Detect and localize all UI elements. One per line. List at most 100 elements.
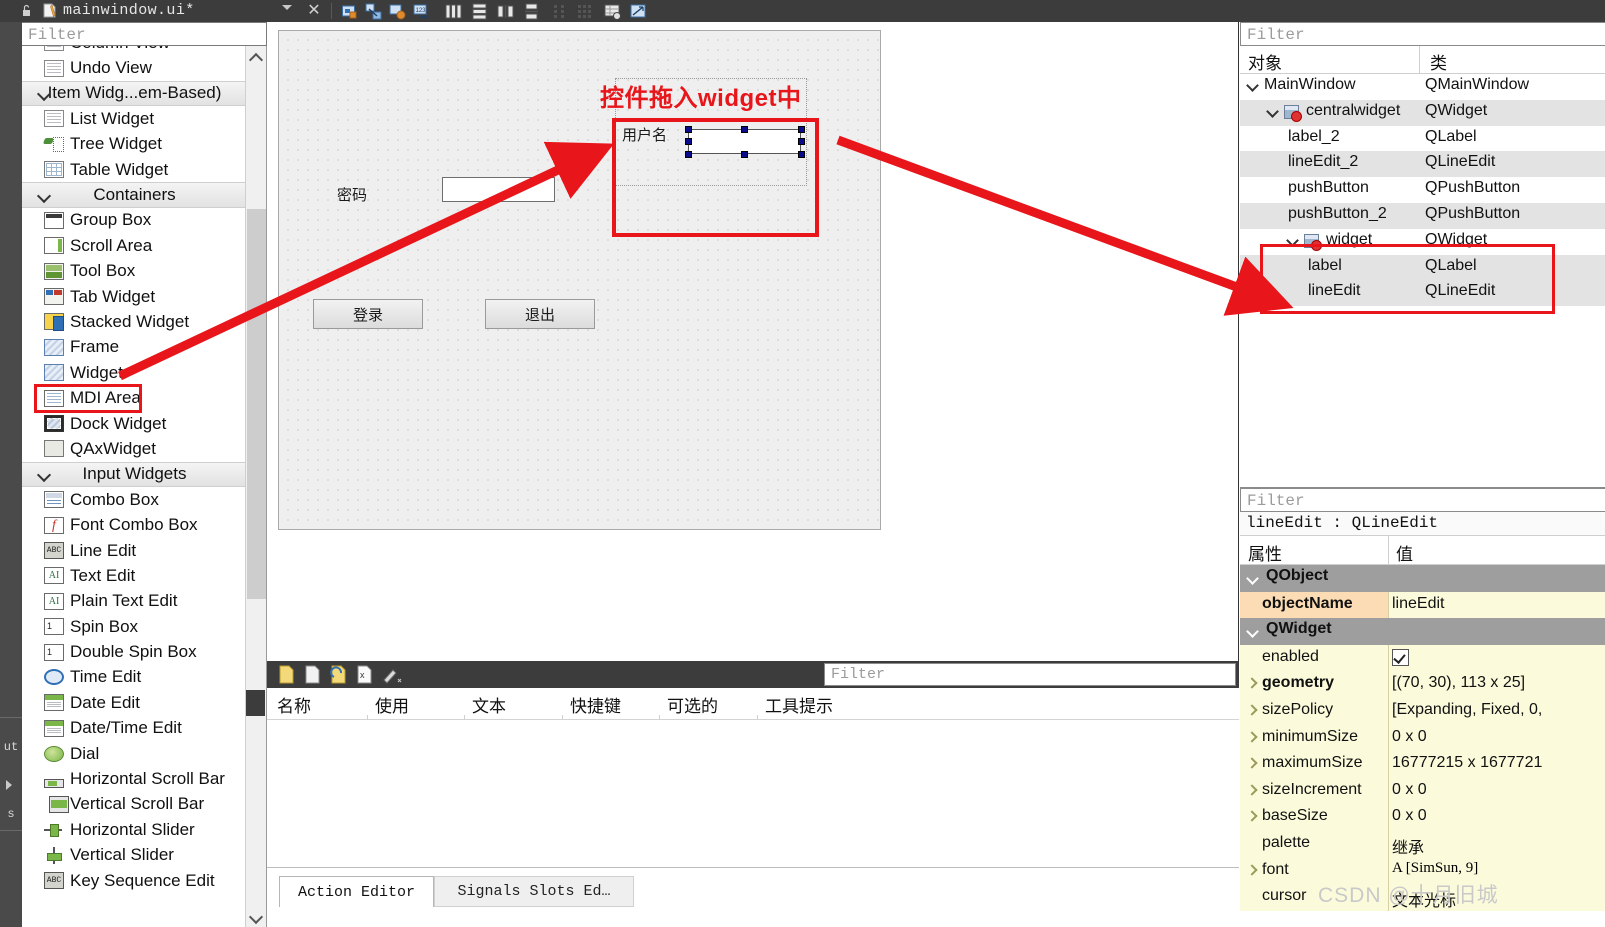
form-button-login[interactable]: 登录 [313, 299, 423, 329]
layout-horizontally-icon[interactable] [445, 3, 462, 20]
widget-item-date-time-edit[interactable]: Date/Time Edit [22, 716, 247, 741]
adjust-size-icon[interactable] [630, 3, 647, 20]
enabled-checkbox[interactable] [1392, 648, 1409, 666]
object-tree-row[interactable]: pushButton QPushButton [1240, 177, 1605, 203]
widget-item-line-edit[interactable]: ABC Line Edit [22, 538, 247, 563]
widget-item-time-edit[interactable]: Time Edit [22, 665, 247, 690]
widget-item-column-view[interactable]: Column View [22, 46, 247, 55]
new-action-icon[interactable] [277, 665, 295, 684]
property-row[interactable]: objectName lineEdit [1240, 591, 1605, 619]
widget-box-scrollbar[interactable] [245, 46, 266, 927]
widget-item-combo-box[interactable]: Combo Box [22, 487, 247, 512]
widget-item-plain-text-edit[interactable]: AI Plain Text Edit [22, 589, 247, 614]
property-row[interactable]: sizePolicy [Expanding, Fixed, 0, [1240, 698, 1605, 725]
tab-signals-slots-editor[interactable]: Signals Slots Ed… [434, 876, 634, 907]
chevron-right-icon[interactable] [1248, 759, 1257, 768]
object-tree-row[interactable]: lineEdit_2 QLineEdit [1240, 151, 1605, 178]
chevron-down-icon[interactable] [1268, 107, 1279, 118]
property-editor-rows[interactable]: QObject objectName lineEdit QWidget enabled g… [1240, 565, 1605, 927]
action-col-text[interactable]: 文本 [472, 692, 506, 717]
action-editor-body[interactable] [267, 720, 1239, 868]
widget-item-stacked-widget[interactable]: Stacked Widget [22, 309, 247, 334]
chevron-right-icon[interactable] [1248, 679, 1257, 688]
edit-action-icon[interactable] [329, 665, 347, 684]
action-col-checkable[interactable]: 可选的 [667, 692, 718, 717]
property-row[interactable]: geometry [(70, 30), 113 x 25] [1240, 671, 1605, 698]
tab-action-editor[interactable]: Action Editor [279, 876, 434, 907]
edit-tab-order-icon[interactable]: 123 [413, 3, 430, 20]
chevron-down-icon[interactable] [1248, 81, 1259, 92]
widget-item-vertical-scroll-bar[interactable]: Vertical Scroll Bar [22, 792, 247, 817]
scrollbar-thumb[interactable] [247, 209, 266, 599]
layout-vertically-icon[interactable] [471, 3, 488, 20]
action-col-used[interactable]: 使用 [375, 692, 409, 717]
layout-splitter-horizontal-icon[interactable] [497, 3, 514, 20]
widget-category-item-widg-em-based[interactable]: Item Widg...em-Based) [22, 80, 247, 107]
edit-signals-slots-icon[interactable] [365, 3, 382, 20]
property-row[interactable]: sizeIncrement 0 x 0 [1240, 777, 1605, 805]
widget-item-double-spin-box[interactable]: 1 Double Spin Box [22, 639, 247, 664]
action-col-shortcut[interactable]: 快捷键 [570, 692, 621, 717]
object-tree-row[interactable]: centralwidget QWidget [1240, 99, 1605, 126]
chevron-down-icon[interactable] [38, 87, 50, 99]
property-row[interactable]: enabled [1240, 644, 1605, 672]
widget-item-tree-widget[interactable]: Tree Widget [22, 132, 247, 157]
widget-item-frame[interactable]: Frame [22, 335, 247, 360]
widget-item-date-edit[interactable]: Date Edit [22, 690, 247, 715]
widget-category-input-widgets[interactable]: Input Widgets [22, 461, 247, 488]
widget-item-horizontal-slider[interactable]: Horizontal Slider [22, 817, 247, 842]
widget-item-key-sequence-edit[interactable]: ABC Key Sequence Edit [22, 868, 247, 893]
chevron-down-icon[interactable] [38, 468, 50, 480]
widget-item-group-box[interactable]: Group Box [22, 208, 247, 233]
object-col-class[interactable]: 类 [1430, 49, 1447, 74]
property-row[interactable]: QObject [1240, 565, 1605, 592]
widget-item-table-widget[interactable]: Table Widget [22, 157, 247, 182]
property-row[interactable]: QWidget [1240, 618, 1605, 645]
widget-item-text-edit[interactable]: AI Text Edit [22, 563, 247, 588]
layout-splitter-vertical-icon[interactable] [523, 3, 540, 20]
property-value-cell[interactable] [1388, 644, 1605, 672]
widget-box-list[interactable]: Column View Undo View Item Widg...em-Based… [22, 46, 247, 927]
chevron-down-icon[interactable] [282, 5, 292, 10]
chevron-down-icon[interactable] [38, 189, 50, 201]
configure-icon[interactable] [381, 665, 403, 684]
chevron-right-icon[interactable] [1248, 812, 1257, 821]
chevron-right-icon[interactable] [1248, 866, 1257, 875]
widget-item-spin-box[interactable]: 1 Spin Box [22, 614, 247, 639]
object-tree-row[interactable]: pushButton_2 QPushButton [1240, 203, 1605, 229]
action-editor-filter-input[interactable]: Filter [824, 663, 1236, 686]
widget-item-list-widget[interactable]: List Widget [22, 106, 247, 131]
dock-resize-handle[interactable] [246, 690, 265, 716]
unlock-icon[interactable] [20, 4, 33, 17]
form-button-exit[interactable]: 退出 [485, 299, 595, 329]
chevron-down-icon[interactable] [1248, 627, 1259, 638]
widget-item-dock-widget[interactable]: Dock Widget [22, 411, 247, 436]
widget-item-vertical-slider[interactable]: Vertical Slider [22, 843, 247, 868]
object-tree-row[interactable]: MainWindow QMainWindow [1240, 74, 1605, 100]
layout-grid-icon[interactable] [577, 3, 594, 20]
scroll-down-button[interactable] [246, 907, 267, 927]
chevron-down-icon[interactable] [1248, 574, 1259, 585]
form-lineedit-password[interactable] [442, 177, 555, 202]
copy-action-icon[interactable] [303, 665, 321, 684]
property-row[interactable]: baseSize 0 x 0 [1240, 804, 1605, 831]
object-inspector-tree[interactable]: MainWindow QMainWindow centralwidget QWidge… [1240, 74, 1605, 374]
object-inspector-filter-input[interactable]: Filter [1240, 22, 1605, 46]
property-col-name[interactable]: 属性 [1248, 540, 1282, 565]
widget-item-dial[interactable]: Dial [22, 741, 247, 766]
chevron-right-icon[interactable] [1248, 706, 1257, 715]
scroll-up-button[interactable] [246, 46, 267, 66]
object-col-object[interactable]: 对象 [1248, 49, 1282, 74]
triangle-right-icon[interactable] [6, 780, 12, 790]
action-col-name[interactable]: 名称 [277, 692, 311, 717]
form-label-password[interactable]: 密码 [337, 184, 367, 205]
widget-category-containers[interactable]: Containers [22, 182, 247, 208]
break-layout-icon[interactable] [604, 3, 621, 20]
widget-item-widget[interactable]: Widget [22, 360, 247, 385]
edit-widgets-icon[interactable] [341, 3, 358, 20]
widget-item-qaxwidget[interactable]: QAxWidget [22, 436, 247, 461]
widget-item-horizontal-scroll-bar[interactable]: Horizontal Scroll Bar [22, 766, 247, 791]
edit-buddies-icon[interactable] [389, 3, 406, 20]
widget-item-tab-widget[interactable]: Tab Widget [22, 284, 247, 309]
property-filter-input[interactable]: Filter [1240, 488, 1605, 512]
